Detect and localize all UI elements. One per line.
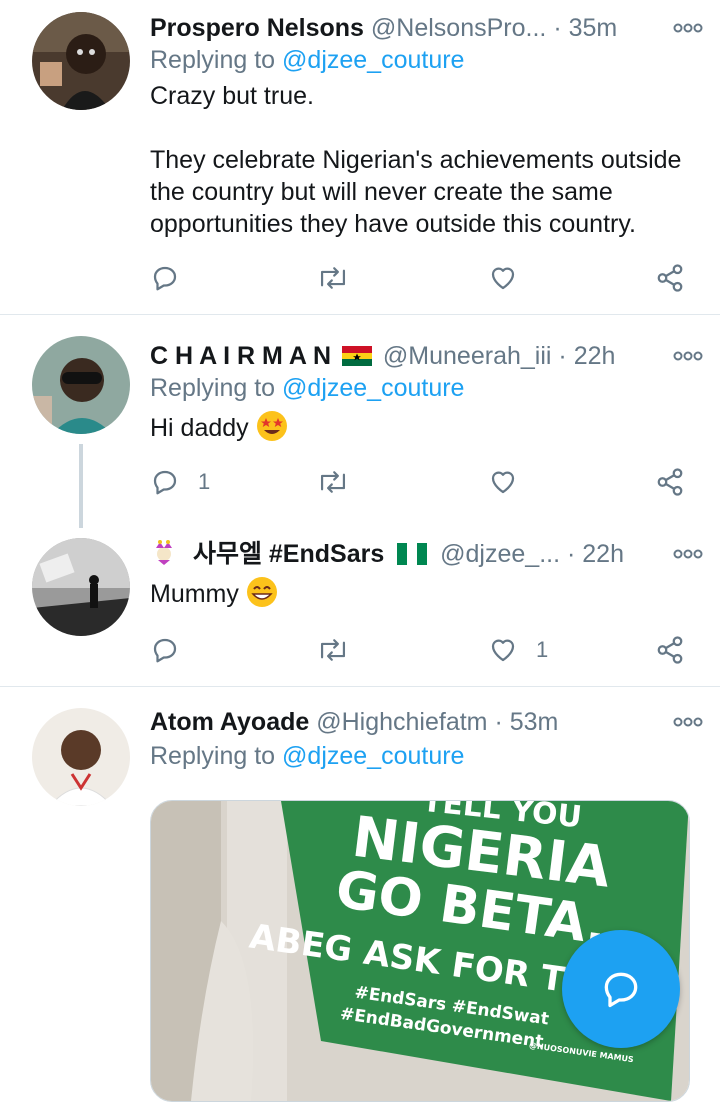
tweet-3[interactable]: 사무엘 #EndSars @djzee_... · 22h Mummy 1 (0, 534, 720, 674)
tweet-header: Atom Ayoade @Highchiefatm · 53m (150, 702, 700, 742)
share-button[interactable] (655, 462, 685, 502)
share-button[interactable] (655, 630, 685, 670)
tweet-text-paragraph: They celebrate Nigerian's achievements o… (150, 146, 682, 238)
tweet-divider (0, 314, 720, 315)
tweet-2[interactable]: C H A I R M A N @Muneerah_iii · 22h Repl… (0, 336, 720, 516)
timestamp[interactable]: 22h (582, 540, 624, 568)
tweet-text: Mummy (150, 576, 700, 610)
reply-button[interactable] (150, 258, 180, 298)
timestamp[interactable]: 35m (569, 14, 618, 42)
timestamp[interactable]: 53m (510, 708, 559, 736)
replying-to-link[interactable]: @djzee_couture (282, 46, 464, 74)
tweet-text: Crazy but true. They celebrate Nigerian'… (150, 80, 700, 240)
action-bar (150, 258, 695, 298)
display-name[interactable]: 사무엘 #EndSars (193, 540, 384, 568)
user-handle[interactable]: @djzee_... (440, 540, 560, 568)
like-icon (491, 639, 515, 662)
retweet-button[interactable] (316, 462, 350, 502)
retweet-button[interactable] (316, 258, 350, 298)
like-button[interactable] (488, 462, 518, 502)
compose-reply-icon (604, 972, 638, 1008)
replying-to-label: Replying to (150, 374, 276, 402)
more-icon[interactable] (670, 338, 706, 374)
reply-count: 1 (198, 469, 211, 494)
grinning-emoji-icon (246, 576, 278, 608)
replying-to: Replying to @djzee_couture (150, 739, 464, 773)
tweet-text: Hi daddy (150, 410, 700, 444)
replying-to: Replying to @djzee_couture (150, 371, 464, 405)
like-icon (491, 471, 515, 494)
user-handle[interactable]: @Muneerah_iii (383, 342, 552, 370)
replying-to-label: Replying to (150, 46, 276, 74)
nigeria-flag-icon (397, 537, 428, 565)
reply-button[interactable] (150, 630, 180, 670)
jester-emoji-icon (150, 538, 178, 566)
replying-to-link[interactable]: @djzee_couture (282, 374, 464, 402)
separator-dot: · (566, 540, 576, 568)
retweet-icon (320, 639, 346, 661)
tweet-text-line: Mummy (150, 580, 239, 608)
avatar[interactable] (32, 336, 130, 434)
like-button[interactable] (488, 258, 518, 298)
tweet-1[interactable]: Prospero Nelsons @NelsonsPro... · 35m Re… (0, 8, 720, 308)
thread-connector-line (79, 444, 83, 528)
action-bar: 1 (150, 462, 695, 502)
separator-dot: · (553, 14, 562, 42)
avatar[interactable] (32, 538, 130, 636)
like-button[interactable]: 1 (488, 630, 548, 670)
retweet-icon (320, 471, 346, 493)
retweet-button[interactable] (316, 630, 350, 670)
timestamp[interactable]: 22h (574, 342, 616, 370)
more-icon[interactable] (670, 704, 706, 740)
star-struck-emoji-icon (256, 410, 288, 442)
share-button[interactable] (655, 258, 685, 298)
more-icon[interactable] (670, 536, 706, 572)
avatar[interactable] (32, 708, 130, 806)
separator-dot: · (494, 708, 503, 736)
like-icon (491, 267, 515, 290)
retweet-icon (320, 267, 346, 289)
separator-dot: · (558, 342, 567, 370)
tweet-divider (0, 686, 720, 687)
replying-to-label: Replying to (150, 742, 276, 770)
reply-icon (153, 266, 177, 291)
avatar[interactable] (32, 12, 130, 110)
share-icon (657, 264, 683, 292)
replying-to-link[interactable]: @djzee_couture (282, 742, 464, 770)
compose-reply-button[interactable] (562, 930, 680, 1048)
ghana-flag-icon (341, 338, 372, 366)
tweet-header: Prospero Nelsons @NelsonsPro... · 35m (150, 8, 700, 48)
like-count: 1 (536, 637, 549, 662)
display-name[interactable]: C H A I R M A N (150, 342, 331, 370)
reply-button[interactable]: 1 (150, 462, 210, 502)
reply-icon (153, 638, 177, 663)
more-icon[interactable] (670, 10, 706, 46)
tweet-text-line: Crazy but true. (150, 82, 314, 110)
tweet-header: C H A I R M A N @Muneerah_iii · 22h (150, 336, 700, 376)
tweet-text-line: Hi daddy (150, 414, 249, 442)
share-icon (657, 468, 683, 496)
action-bar: 1 (150, 630, 695, 670)
tweet-header: 사무엘 #EndSars @djzee_... · 22h (150, 534, 700, 574)
share-icon (657, 636, 683, 664)
user-handle[interactable]: @Highchiefatm (316, 708, 487, 736)
display-name[interactable]: Atom Ayoade (150, 708, 309, 736)
display-name[interactable]: Prospero Nelsons (150, 14, 364, 42)
reply-icon (153, 470, 177, 495)
replying-to: Replying to @djzee_couture (150, 43, 464, 77)
user-handle[interactable]: @NelsonsPro... (371, 14, 546, 42)
